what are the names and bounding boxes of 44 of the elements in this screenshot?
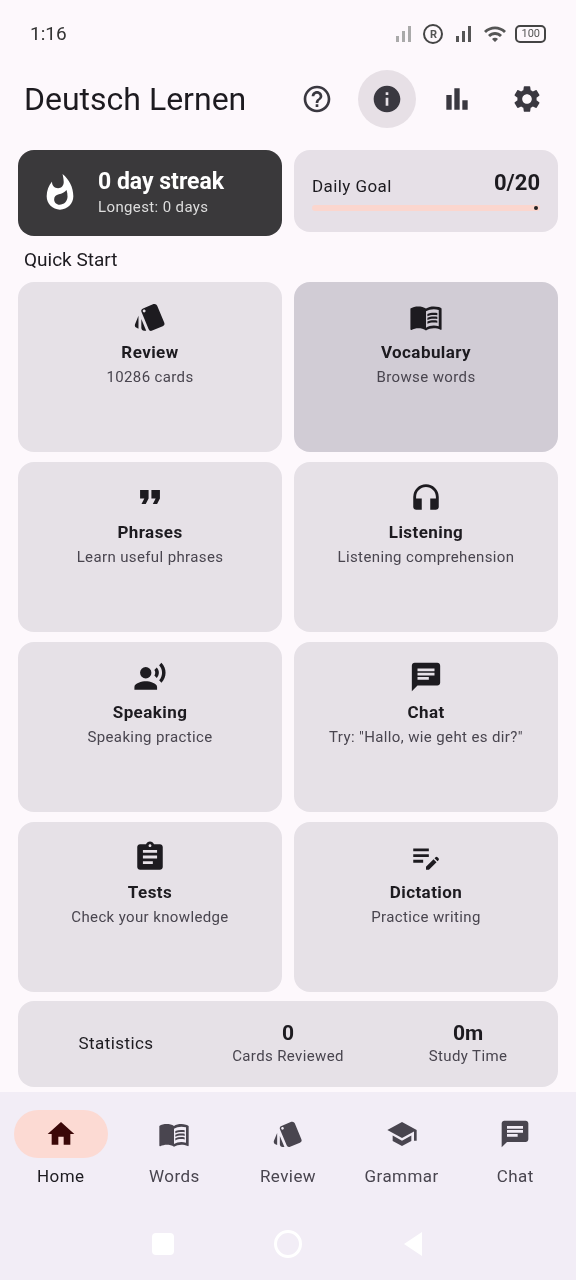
tile-subtitle: Speaking practice [87,726,213,748]
daily-goal-count: 0/20 [493,169,540,197]
app-title: Deutsch Lernen [24,79,247,120]
stat-label: Study Time [428,1045,508,1067]
quick-start-tile[interactable]: Dictation Practice writing [294,822,558,992]
registered-icon: R [423,24,444,44]
stat-value: 0 [281,1020,295,1045]
quick-start-tile[interactable]: Vocabulary Browse words [294,282,558,452]
streak-title: 0 day streak [98,167,225,196]
quick-start-tile[interactable]: Listening Listening comprehension [294,462,558,632]
quick-start-tile[interactable]: Chat Try: "Hallo, wie geht es dir?" [294,642,558,812]
tile-title: Listening [388,521,464,544]
streak-subtitle: Longest: 0 days [98,196,210,218]
tile-subtitle: Browse words [376,366,476,388]
tile-title: Chat [407,701,445,724]
tile-title: Tests [127,881,173,904]
quick-start-tile[interactable]: Tests Check your knowledge [18,822,282,992]
tile-subtitle: Learn useful phrases [76,546,224,568]
tile-title: Phrases [117,521,183,544]
tile-title: Review [121,341,179,364]
info-icon [371,83,403,115]
nav-tab[interactable]: Review [238,1110,338,1190]
tile-subtitle: Listening comprehension [337,546,515,568]
tile-subtitle: Practice writing [371,906,481,928]
status-time: 1:16 [30,20,67,47]
tile-subtitle: Check your knowledge [71,906,229,928]
tile-title: Vocabulary [380,341,472,364]
nav-tab[interactable]: Grammar [351,1110,452,1190]
stat-value: 0m [452,1020,484,1045]
daily-goal-label: Daily Goal [312,174,392,198]
statistics-label: Statistics [77,1032,155,1056]
quick-start-tile[interactable]: Review 10286 cards [18,282,282,452]
tile-title: Speaking [112,701,188,724]
nav-tab[interactable]: Chat [465,1110,566,1190]
nav-tab[interactable]: Words [124,1110,225,1190]
quick-start-tile[interactable]: Speaking Speaking practice [18,642,282,812]
tile-title: Dictation [389,881,463,904]
stat-label: Cards Reviewed [232,1045,344,1067]
tile-subtitle: Try: "Hallo, wie geht es dir?" [329,726,523,748]
quick-start-tile[interactable]: Phrases Learn useful phrases [18,462,282,632]
help-icon [301,83,333,115]
section-title: Quick Start [23,248,119,272]
tile-subtitle: 10286 cards [106,366,194,388]
battery-icon: 100 [515,25,546,43]
